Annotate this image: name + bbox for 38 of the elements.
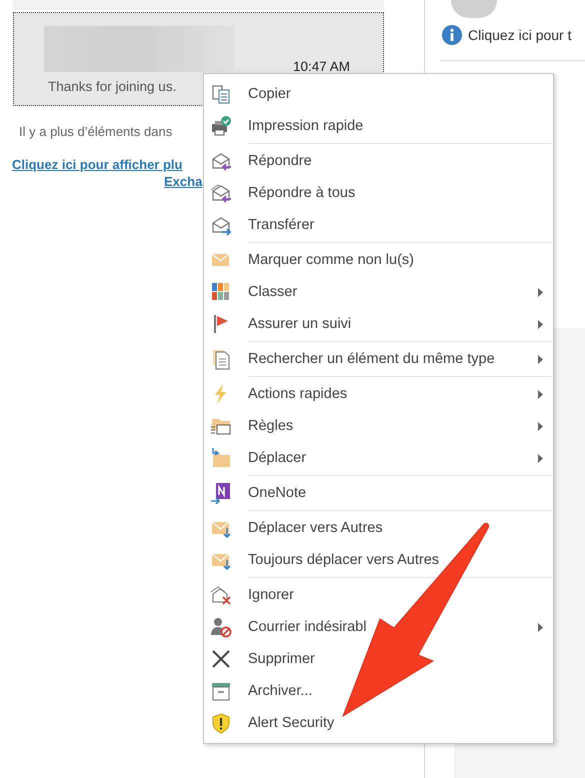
menu-item[interactable]: Marquer comme non lu(s) <box>204 244 553 276</box>
menu-item[interactable]: Répondre à tous <box>204 177 553 209</box>
avatar <box>451 0 497 18</box>
info-icon <box>442 25 462 45</box>
delete-icon <box>210 648 232 670</box>
menu-item[interactable]: Déplacer <box>204 442 553 474</box>
menu-item[interactable]: Assurer un suivi <box>204 308 553 340</box>
menu-item[interactable]: Impression rapide <box>204 110 553 142</box>
menu-item[interactable]: Répondre <box>204 145 553 177</box>
notebook-icon <box>210 482 232 504</box>
folder-arrow-icon <box>210 447 232 469</box>
menu-item[interactable]: Toujours déplacer vers Autres <box>204 544 553 576</box>
more-items-notice: Il y a plus d’éléments dans <box>19 124 172 139</box>
menu-item[interactable]: Rechercher un élément du même type <box>204 343 553 375</box>
printer-icon <box>210 115 232 137</box>
document-icon <box>210 348 232 370</box>
more-items-link[interactable]: Excha <box>164 174 202 189</box>
color-grid-icon <box>210 281 232 303</box>
info-text[interactable]: Cliquez ici pour t <box>468 27 572 43</box>
menu-item[interactable]: Déplacer vers Autres <box>204 512 553 544</box>
shield-icon <box>210 712 232 734</box>
menu-item[interactable]: Règles <box>204 410 553 442</box>
menu-item[interactable]: Actions rapides <box>204 378 553 410</box>
message-preview: Thanks for joining us. <box>48 79 176 94</box>
message-time: 10:47 AM <box>292 59 350 74</box>
copy-icon <box>210 83 232 105</box>
menu-item[interactable]: Alert Security <box>204 707 553 739</box>
menu-item[interactable]: OneNote <box>204 477 553 509</box>
menu-item[interactable]: Supprimer <box>204 643 553 675</box>
menu-item[interactable]: Archiver... <box>204 675 553 707</box>
envelope-x-icon <box>210 584 232 606</box>
reply-all-icon <box>210 182 232 204</box>
archive-box-icon <box>210 680 232 702</box>
person-block-icon <box>210 616 232 638</box>
more-items-link[interactable]: Cliquez ici pour afficher plu <box>12 157 182 172</box>
menu-item[interactable]: Classer <box>204 276 553 308</box>
menu-item[interactable]: Ignorer <box>204 579 553 611</box>
menu-item[interactable]: Transférer <box>204 209 553 241</box>
